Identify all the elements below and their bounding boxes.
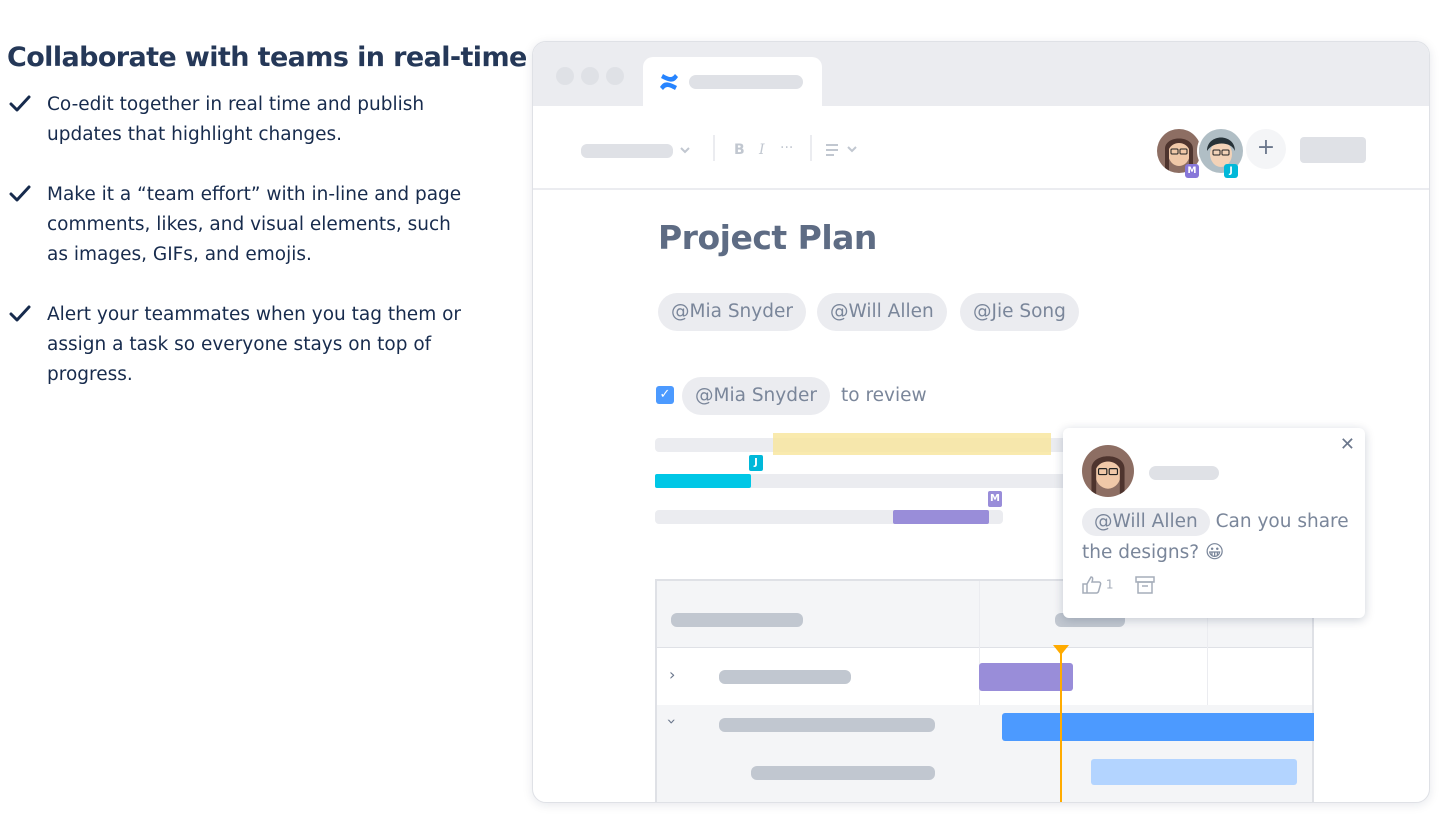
timeline-bar (1091, 759, 1297, 785)
comment-text: @Will Allen Can you share the designs? 😀 (1082, 506, 1362, 568)
editor-toolbar: B I ··· M J (533, 106, 1429, 190)
collaborator-selection (655, 474, 751, 488)
browser-titlebar (533, 42, 1429, 107)
checkmark-icon (9, 305, 31, 322)
close-icon: ✕ (1339, 434, 1355, 455)
chevron-down-icon (680, 147, 690, 154)
feature-description: Collaborate with teams in real-time Co-e… (7, 38, 527, 420)
bullet-item: Alert your teammates when you tag them o… (7, 300, 487, 390)
bullet-line: comments, likes, and visual elements, su… (47, 214, 451, 235)
commenter-name-placeholder (1149, 466, 1219, 480)
column-header-placeholder (671, 613, 803, 627)
task-checkbox: ✓ (656, 386, 674, 404)
toolbar-divider (713, 135, 715, 161)
mention-tag: @Jie Song (960, 293, 1079, 331)
text-style-placeholder (581, 144, 673, 158)
bullet-line: Alert your teammates when you tag them o… (47, 304, 462, 325)
row-label-placeholder (719, 670, 851, 684)
collaborator-badge: J (1224, 164, 1238, 178)
browser-tab (643, 57, 822, 107)
bullet-line: Co-edit together in real time and publis… (47, 94, 425, 115)
cursor-flag: M (988, 491, 1002, 507)
publish-button-placeholder (1300, 137, 1366, 163)
page-title: Project Plan (658, 218, 877, 257)
bullet-line: progress. (47, 364, 133, 385)
cursor-flag: J (749, 455, 763, 471)
bullet-line: as images, GIFs, and emojis. (47, 244, 312, 265)
timeline-bar (979, 663, 1073, 691)
window-minimize-dot (581, 67, 599, 85)
add-user-button: + (1246, 129, 1286, 169)
window-maximize-dot (606, 67, 624, 85)
text-highlight (773, 433, 1051, 455)
bold-icon: B (734, 142, 745, 158)
today-line (1060, 651, 1062, 802)
timeline-bar (1002, 713, 1314, 741)
toolbar-divider (810, 135, 812, 161)
today-marker (1053, 645, 1069, 655)
chevron-down-icon: › (662, 718, 682, 725)
bullet-list: Co-edit together in real time and publis… (7, 90, 487, 390)
checkmark-icon (9, 185, 31, 202)
window-close-dot (556, 67, 574, 85)
task-assignee-mention: @Mia Snyder (682, 377, 830, 415)
comment-text-part: Can you share (1209, 511, 1349, 532)
bullet-item: Co-edit together in real time and publis… (7, 90, 487, 150)
comment-actions: 1 (1082, 576, 1156, 594)
confluence-logo-icon (660, 74, 678, 90)
archive-icon (1135, 576, 1156, 594)
headline: Collaborate with teams in real-time (7, 42, 527, 73)
row-label-placeholder (751, 766, 935, 780)
mention-tag: @Will Allen (817, 293, 947, 331)
bullet-line: Make it a “team effort” with in-line and… (47, 184, 462, 205)
checkmark-icon (9, 95, 31, 112)
chevron-right-icon: › (669, 665, 676, 684)
collaborator-badge: M (1185, 164, 1199, 178)
bullet-line: updates that highlight changes. (47, 124, 342, 145)
comment-mention: @Will Allen (1082, 508, 1210, 536)
row-label-placeholder (719, 718, 935, 732)
inline-comment-card: ✕ @Will Allen Can you share the designs?… (1063, 428, 1365, 618)
align-icon (826, 144, 857, 156)
like-icon (1082, 576, 1102, 594)
more-formatting-icon: ··· (780, 140, 794, 156)
commenter-avatar (1082, 445, 1134, 497)
bullet-line: assign a task so everyone stays on top o… (47, 334, 432, 355)
grinning-emoji: 😀 (1204, 542, 1225, 563)
mention-tag: @Mia Snyder (658, 293, 806, 331)
browser-illustration: B I ··· M J + Project Plan @Mia Snyder @… (532, 41, 1430, 803)
italic-icon: I (759, 142, 765, 158)
task-text: to review (841, 385, 927, 406)
bullet-item: Make it a “team effort” with in-line and… (7, 180, 487, 270)
collaborator-selection (893, 510, 989, 524)
comment-text-part: the designs? (1082, 542, 1205, 563)
like-count: 1 (1105, 577, 1114, 592)
tab-title-placeholder (689, 75, 803, 89)
